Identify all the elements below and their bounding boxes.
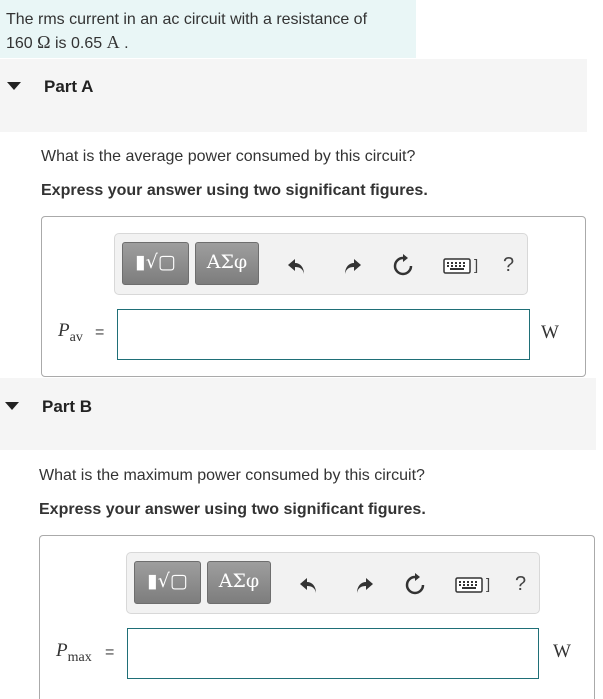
keyboard-icon[interactable]: [455, 577, 483, 593]
part-a-unit: W: [541, 322, 559, 343]
resistance-unit: Ω: [37, 32, 51, 52]
part-a-math-toolbar: ▮√▢ ΑΣφ ] ?: [114, 233, 528, 295]
part-b-unit: W: [553, 641, 571, 662]
symbols-button[interactable]: ΑΣφ: [195, 242, 259, 285]
part-a-variable: Pav: [58, 320, 83, 346]
symbols-icon: ΑΣφ: [218, 570, 260, 592]
intro-text: The rms current in an ac circuit with a …: [6, 11, 368, 28]
symbols-icon: ΑΣφ: [206, 251, 248, 273]
part-a-answer-box: ▮√▢ ΑΣφ ] ? Pav = W: [41, 216, 586, 377]
part-b-math-toolbar: ▮√▢ ΑΣφ ] ?: [126, 552, 540, 614]
part-b-answer-box: ▮√▢ ΑΣφ ] ? Pmax = W: [39, 535, 595, 699]
templates-icon: ▮√▢: [135, 251, 176, 273]
part-a-header[interactable]: Part A: [0, 59, 587, 132]
templates-icon: ▮√▢: [147, 570, 188, 592]
templates-button[interactable]: ▮√▢: [134, 561, 201, 604]
part-b-title[interactable]: Part B: [42, 397, 92, 417]
part-b-variable: Pmax: [56, 640, 92, 666]
part-a-answer-input[interactable]: [117, 309, 530, 360]
variable-subscript: av: [69, 329, 83, 345]
resistance-value: 160: [6, 35, 33, 52]
part-a-instruction: Express your answer using two significan…: [41, 182, 428, 199]
part-a-title[interactable]: Part A: [44, 77, 93, 97]
equals-sign: =: [105, 644, 115, 661]
current-unit: A: [106, 32, 120, 52]
undo-icon[interactable]: [285, 254, 309, 278]
equals-sign: =: [95, 324, 105, 341]
redo-icon[interactable]: [352, 573, 376, 597]
reset-icon[interactable]: [403, 573, 427, 597]
caret-down-icon[interactable]: [5, 402, 19, 410]
templates-button[interactable]: ▮√▢: [122, 242, 189, 285]
keyboard-bracket: ]: [474, 257, 479, 274]
part-b-header[interactable]: Part B: [0, 378, 596, 450]
part-a-question: What is the average power consumed by th…: [41, 148, 416, 165]
problem-intro: The rms current in an ac circuit with a …: [0, 0, 416, 58]
part-b-instruction: Express your answer using two significan…: [39, 501, 426, 518]
variable-symbol: P: [58, 320, 70, 341]
help-icon[interactable]: ?: [503, 254, 514, 277]
redo-icon[interactable]: [340, 254, 364, 278]
current-value: 0.65: [71, 35, 103, 52]
variable-subscript: max: [67, 649, 92, 665]
caret-down-icon[interactable]: [7, 82, 21, 90]
intro-period: .: [124, 35, 129, 52]
keyboard-icon[interactable]: [443, 258, 471, 274]
reset-icon[interactable]: [391, 254, 415, 278]
variable-symbol: P: [56, 640, 68, 661]
part-b-answer-input[interactable]: [127, 628, 539, 679]
intro-is: is: [55, 35, 67, 52]
part-b-question: What is the maximum power consumed by th…: [39, 467, 425, 484]
symbols-button[interactable]: ΑΣφ: [207, 561, 271, 604]
undo-icon[interactable]: [297, 573, 321, 597]
keyboard-bracket: ]: [486, 576, 491, 593]
help-icon[interactable]: ?: [515, 573, 526, 596]
